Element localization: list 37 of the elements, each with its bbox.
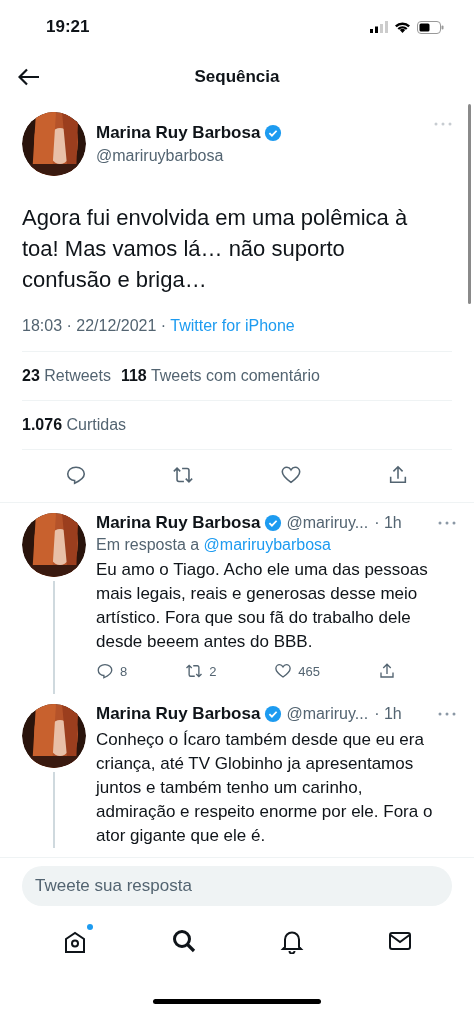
page-title: Sequência	[194, 67, 280, 87]
retweet-icon[interactable]	[172, 464, 195, 486]
retweet-icon[interactable]	[185, 662, 204, 680]
reply-icon[interactable]	[64, 464, 87, 486]
reply-text: Conheço o Ícaro também desde que eu era criança, até TV Globinho ja apresentamos juntos e também tenho um carinho, admiração e respeito enorme por ele. Fora o ator gigante que ele é.	[96, 729, 434, 847]
author-name: Marina Ruy Barbosa	[96, 704, 261, 724]
more-icon[interactable]	[438, 712, 456, 716]
back-arrow-icon[interactable]	[18, 68, 40, 86]
reply-count: 8	[120, 663, 128, 679]
retweet-count: 2	[209, 663, 217, 679]
reply-text: Eu amo o Tiago. Acho ele uma das pessoas mais legais, reais e generosas desse meio artístico. Fora que sou fã do trabalho dele desde beeem antes do BBB.	[96, 559, 429, 653]
likes-count[interactable]: 1.076 Curtidas	[22, 416, 127, 434]
author-handle: @mariruy...	[286, 514, 369, 532]
tweet-timestamp: 18:03 · 22/12/2021 ·	[22, 317, 168, 334]
reply-input-field[interactable]: Tweete sua resposta	[22, 866, 452, 906]
tweet-age: · 1h	[374, 705, 402, 723]
heart-icon[interactable]	[274, 662, 293, 680]
battery-icon	[417, 20, 444, 34]
like-count: 465	[298, 663, 321, 679]
author-name: Marina Ruy Barbosa	[96, 513, 261, 533]
reply-context: Em resposta a	[96, 536, 201, 553]
wifi-icon	[394, 21, 411, 33]
stat-count[interactable]: 23 Retweets	[22, 367, 111, 385]
reply-icon[interactable]	[96, 662, 114, 680]
author-handle: @mariruybarbosa	[96, 147, 225, 165]
heart-icon[interactable]	[279, 464, 302, 486]
share-icon[interactable]	[378, 662, 396, 680]
author-name: Marina Ruy Barbosa	[96, 123, 261, 143]
signal-icon	[370, 21, 388, 33]
author-handle: @mariruy...	[286, 705, 369, 723]
more-icon[interactable]	[438, 521, 456, 525]
stat-count[interactable]: 118 Tweets com comentário	[120, 367, 320, 385]
scrollbar[interactable]	[468, 104, 471, 304]
tweet-text: Agora fui envolvida em uma polêmica à toa! Mas vamos lá… não suporto confusão e briga…	[22, 204, 409, 294]
search-icon[interactable]	[171, 928, 197, 954]
status-time: 19:21	[46, 17, 90, 37]
tweet-age: · 1h	[374, 514, 402, 532]
